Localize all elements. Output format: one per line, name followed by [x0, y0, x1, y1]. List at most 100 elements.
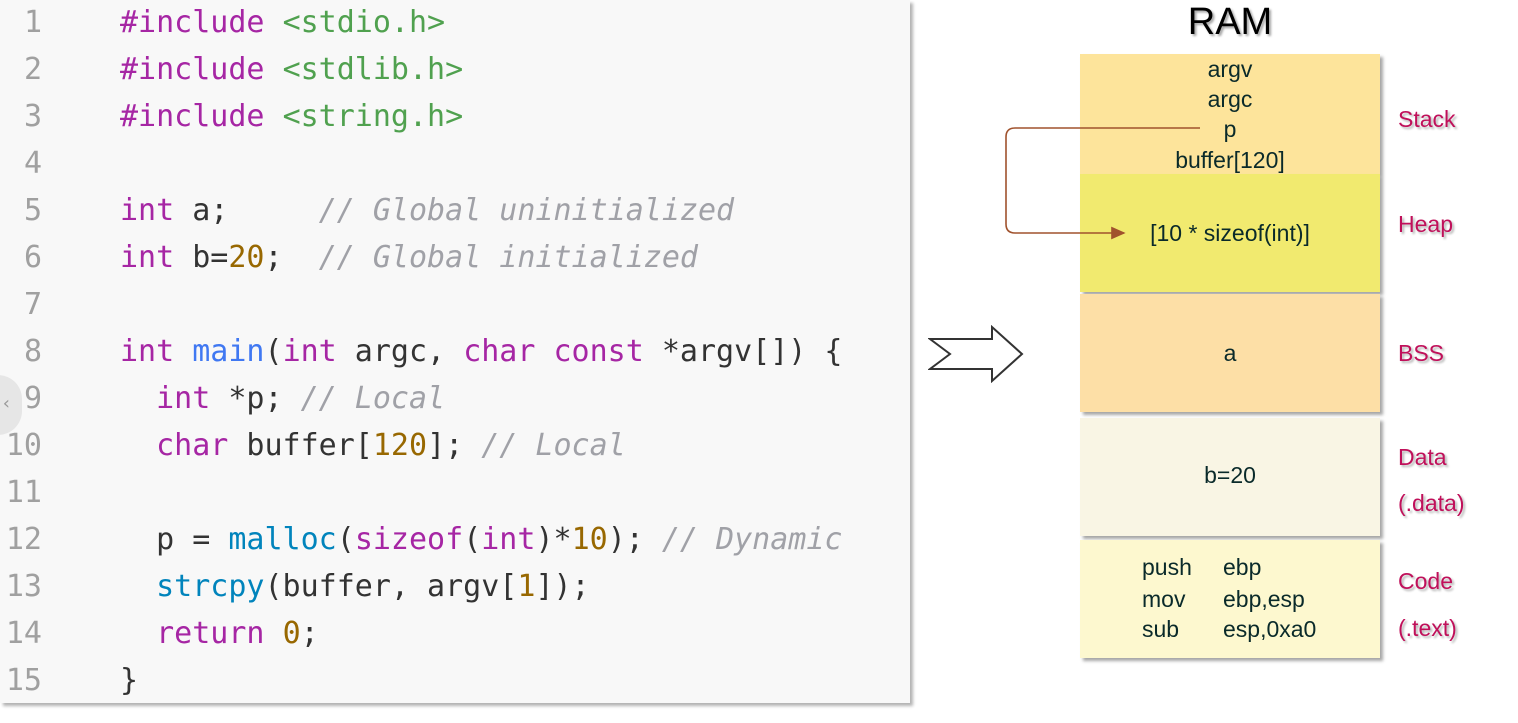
code-token: // Local	[300, 381, 446, 416]
bss-item: a	[1223, 340, 1237, 366]
asm-line: sub esp,0xa0	[1080, 614, 1380, 644]
code-token: buffer[	[228, 428, 373, 463]
line-number: 14	[5, 616, 42, 651]
line-number: 13	[5, 569, 42, 604]
stack-label: Stack	[1398, 106, 1456, 132]
code-token: p =	[120, 522, 229, 557]
code-token: int	[282, 334, 337, 369]
code-text: int main(int argc, char const *argv[]) {	[120, 328, 843, 375]
heap-label: Heap	[1398, 211, 1453, 237]
code-token: (	[463, 522, 482, 557]
code-token: )*	[535, 522, 572, 557]
stack-item-argv: argv	[1207, 56, 1253, 82]
code-token: #include	[120, 99, 283, 134]
code-line: 6 int b=20; // Global initialized	[0, 234, 910, 281]
code-token: // Global initialized	[318, 240, 698, 275]
code-token: char	[463, 334, 536, 369]
code-token: #include	[120, 5, 283, 40]
code-token: main	[192, 334, 265, 369]
data-item: b=20	[1204, 462, 1256, 488]
code-token: 0	[282, 616, 301, 651]
asm-op: sub	[1142, 616, 1180, 642]
code-token: <stdlib.h>	[282, 52, 464, 87]
data-label: Data	[1398, 444, 1447, 470]
code-text: p = malloc(sizeof(int)*10); // Dynamic	[120, 516, 843, 563]
code-line: 12 p = malloc(sizeof(int)*10); // Dynami…	[0, 516, 910, 563]
line-number: 11	[5, 475, 42, 510]
stack-item-p: p	[1223, 116, 1237, 142]
code-token: char	[156, 428, 229, 463]
code-token: 1	[517, 569, 536, 604]
stack-item-buffer: buffer[120]	[1175, 147, 1285, 173]
line-number: 3	[23, 99, 42, 134]
line-number: 5	[23, 193, 42, 228]
code-token: ;	[300, 616, 319, 651]
stack-item-argc: argc	[1207, 86, 1253, 112]
code-token: 120	[372, 428, 428, 463]
stack-segment: argv argc p buffer[120]	[1080, 54, 1380, 174]
code-line: 2 #include <stdlib.h>	[0, 46, 910, 93]
asm-arg: esp,0xa0	[1223, 616, 1317, 642]
code-text: #include <stdlib.h>	[120, 46, 463, 93]
line-number: 1	[23, 5, 42, 40]
heap-segment: [10 * sizeof(int)]	[1080, 174, 1380, 292]
code-token: int	[120, 193, 175, 228]
code-token: argc,	[336, 334, 464, 369]
code-token: a;	[174, 193, 319, 228]
code-line: 1 #include <stdio.h>	[0, 0, 910, 46]
code-line: 11	[0, 469, 910, 516]
code-line: 8 int main(int argc, char const *argv[]) …	[0, 328, 910, 375]
code-token: // Global uninitialized	[318, 193, 735, 228]
code-label: Code	[1398, 568, 1453, 594]
bss-segment: a	[1080, 294, 1380, 412]
line-number: 15	[5, 663, 42, 698]
code-token: malloc	[228, 522, 337, 557]
asm-op: mov	[1142, 586, 1186, 612]
code-sublabel: (.text)	[1398, 615, 1457, 641]
code-text: int b=20; // Global initialized	[120, 234, 698, 281]
ram-title: RAM	[1187, 1, 1273, 43]
code-line: 3 #include <string.h>	[0, 93, 910, 140]
code-token: int	[120, 240, 175, 275]
code-text: int *p; // Local	[120, 375, 445, 422]
data-segment: b=20	[1080, 418, 1380, 536]
code-text: return 0;	[120, 610, 319, 657]
line-number: 7	[23, 287, 42, 322]
code-token: (	[336, 522, 355, 557]
code-text: char buffer[120]; // Local	[120, 422, 626, 469]
chevron-left-icon[interactable]: ‹	[3, 393, 10, 414]
code-token: // Local	[481, 428, 626, 463]
code-token: // Dynamic	[661, 522, 843, 557]
code-token: (	[264, 334, 283, 369]
code-segment: push ebp mov ebp,esp sub esp,0xa0	[1080, 540, 1380, 658]
code-text: int a; // Global uninitialized	[120, 187, 734, 234]
code-token: <stdio.h>	[282, 5, 446, 40]
code-line: 9 int *p; // Local	[0, 375, 910, 422]
code-token: );	[607, 522, 662, 557]
code-line: 15}	[0, 657, 910, 703]
code-token: b=	[174, 240, 229, 275]
code-token: ]);	[535, 569, 590, 604]
line-number: 6	[23, 240, 42, 275]
code-token: int	[120, 334, 175, 369]
code-line: 10 char buffer[120]; // Local	[0, 422, 910, 469]
code-token: return	[156, 616, 265, 651]
code-panel: 1 #include <stdio.h> 2 #include <stdlib.h> 3…	[0, 0, 910, 703]
code-token: *argv[]) {	[643, 334, 843, 369]
right-arrow-icon	[928, 325, 1024, 383]
code-token: <string.h>	[282, 99, 464, 134]
line-number: 12	[5, 522, 42, 557]
code-token: int	[481, 522, 536, 557]
bss-label: BSS	[1398, 340, 1445, 366]
code-token: #include	[120, 52, 283, 87]
code-token: 10	[571, 522, 608, 557]
code-token: sizeof	[354, 522, 464, 557]
code-token: *p;	[210, 381, 301, 416]
